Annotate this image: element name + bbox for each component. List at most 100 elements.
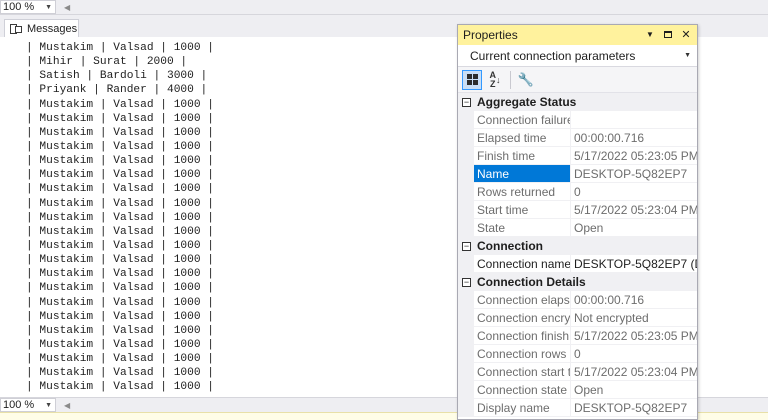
window-position-icon[interactable]: ▼ <box>644 27 656 41</box>
property-value[interactable] <box>571 111 697 129</box>
property-name[interactable]: Display name <box>474 399 571 417</box>
zoom-value: 100 % <box>3 399 35 411</box>
property-value[interactable]: 00:00:00.716 <box>571 291 697 309</box>
tab-messages-label: Messages <box>27 22 78 35</box>
property-value[interactable]: Not encrypted <box>571 309 697 327</box>
message-line: | Mustakim | Valsad | 1000 | <box>26 155 214 168</box>
message-line: | Mustakim | Valsad | 1000 | <box>26 268 214 281</box>
property-row[interactable]: Connection finish 5/17/2022 05:23:05 PM <box>458 327 697 345</box>
horizontal-scrollbar-top[interactable] <box>70 0 768 15</box>
property-name[interactable]: Connection name <box>474 255 571 273</box>
property-name[interactable]: Connection state <box>474 381 571 399</box>
categorized-icon <box>466 74 478 85</box>
message-line: | Mustakim | Valsad | 1000 | <box>26 126 214 139</box>
property-name[interactable]: Connection rows r <box>474 345 571 363</box>
property-name[interactable]: Connection encryp <box>474 309 571 327</box>
property-name[interactable]: Connection start ti <box>474 363 571 381</box>
message-line: | Mustakim | Valsad | 1000 | <box>26 140 214 153</box>
collapse-icon[interactable]: − <box>462 277 471 287</box>
zoom-dropdown-top[interactable]: 100 % ▼ <box>0 0 56 14</box>
alphabetical-button[interactable]: A Z ↓ <box>485 70 505 90</box>
property-row[interactable]: Connection failure <box>458 111 697 129</box>
message-line: | Mustakim | Valsad | 1000 | <box>26 296 214 309</box>
message-line: | Mustakim | Valsad | 1000 | <box>26 98 214 111</box>
property-value[interactable]: DESKTOP-5Q82EP7 (DESI <box>571 255 697 273</box>
property-name[interactable]: Name <box>474 165 571 183</box>
property-name[interactable]: Elapsed time <box>474 129 571 147</box>
properties-title-bar[interactable]: Properties ▼ ✕ <box>458 25 697 45</box>
property-value[interactable]: 5/17/2022 05:23:04 PM <box>571 201 697 219</box>
collapse-icon[interactable]: − <box>462 241 471 251</box>
message-line: | Mustakim | Valsad | 1000 | <box>26 197 214 210</box>
collapse-icon[interactable]: − <box>462 97 471 107</box>
message-line: | Mustakim | Valsad | 1000 | <box>26 367 214 380</box>
property-row[interactable]: Elapsed time 00:00:00.716 <box>458 129 697 147</box>
zoom-value: 100 % <box>3 1 35 13</box>
message-line: | Satish | Bardoli | 3000 | <box>26 70 208 83</box>
property-value[interactable]: Open <box>571 219 697 237</box>
message-line: | Mustakim | Valsad | 1000 | <box>26 338 214 351</box>
property-row[interactable]: Finish time 5/17/2022 05:23:05 PM <box>458 147 697 165</box>
messages-icon <box>10 23 22 34</box>
property-pages-button[interactable]: 🔧 <box>516 70 536 90</box>
object-selector[interactable]: Current connection parameters ▼ <box>458 45 697 67</box>
title-buttons: ▼ ✕ <box>644 27 692 41</box>
property-category-label: Aggregate Status <box>477 95 577 109</box>
properties-toolbar: A Z ↓ 🔧 <box>458 67 697 93</box>
property-category-label: Connection <box>477 239 543 253</box>
toolbar-separator <box>510 70 511 89</box>
message-line: | Mustakim | Valsad | 1000 | <box>26 239 214 252</box>
property-value[interactable]: 00:00:00.716 <box>571 129 697 147</box>
property-category[interactable]: − Aggregate Status <box>458 93 697 111</box>
message-lines: | Mustakim | Valsad | 1000 | | Mihir | Su… <box>26 41 214 395</box>
property-value[interactable]: 5/17/2022 05:23:05 PM <box>571 327 697 345</box>
tab-messages[interactable]: Messages <box>4 19 79 37</box>
property-category[interactable]: − Connection <box>458 237 697 255</box>
message-line: | Mustakim | Valsad | 1000 | <box>26 324 214 337</box>
property-value[interactable]: DESKTOP-5Q82EP7 <box>571 399 697 417</box>
property-name[interactable]: Connection finish <box>474 327 571 345</box>
properties-title: Properties <box>463 28 518 42</box>
message-line: | Mustakim | Valsad | 1000 | <box>26 225 214 238</box>
property-grid: − Aggregate Status Connection failure Elaps… <box>458 93 697 417</box>
categorized-button[interactable] <box>462 69 482 90</box>
properties-window: Properties ▼ ✕ Current connection parame… <box>457 24 698 420</box>
property-row[interactable]: Start time 5/17/2022 05:23:04 PM <box>458 201 697 219</box>
message-line: | Mustakim | Valsad | 1000 | <box>26 353 214 366</box>
message-line: | Mustakim | Valsad | 1000 | <box>26 254 214 267</box>
property-row[interactable]: Connection rows r0 <box>458 345 697 363</box>
property-row[interactable]: Connection elapse 00:00:00.716 <box>458 291 697 309</box>
chevron-down-icon: ▼ <box>45 3 52 11</box>
property-value[interactable]: 0 <box>571 183 697 201</box>
property-row[interactable]: Connection start ti 5/17/2022 05:23:04 PM <box>458 363 697 381</box>
property-name[interactable]: Rows returned <box>474 183 571 201</box>
chevron-down-icon: ▼ <box>684 52 691 59</box>
property-name[interactable]: Start time <box>474 201 571 219</box>
property-row[interactable]: Connection nameDESKTOP-5Q82EP7 (DESI <box>458 255 697 273</box>
property-value[interactable]: 5/17/2022 05:23:04 PM <box>571 363 697 381</box>
property-value[interactable]: 0 <box>571 345 697 363</box>
property-row[interactable]: Display name DESKTOP-5Q82EP7 <box>458 399 697 417</box>
message-line: | Mustakim | Valsad | 1000 | <box>26 310 214 323</box>
property-category[interactable]: − Connection Details <box>458 273 697 291</box>
message-line: | Mustakim | Valsad | 1000 | <box>26 169 214 182</box>
property-row[interactable]: Connection encryp Not encrypted <box>458 309 697 327</box>
property-row[interactable]: Connection state Open <box>458 381 697 399</box>
property-row[interactable]: Name DESKTOP-5Q82EP7 <box>458 165 697 183</box>
property-value[interactable]: 5/17/2022 05:23:05 PM <box>571 147 697 165</box>
message-line: | Mustakim | Valsad | 1000 | <box>26 112 214 125</box>
maximize-icon[interactable] <box>662 27 674 41</box>
property-value[interactable]: DESKTOP-5Q82EP7 <box>571 165 697 183</box>
property-name[interactable]: State <box>474 219 571 237</box>
close-icon[interactable]: ✕ <box>680 27 692 41</box>
zoom-dropdown-bottom[interactable]: 100 % ▼ <box>0 398 56 412</box>
wrench-icon: 🔧 <box>517 71 535 87</box>
property-name[interactable]: Connection failure <box>474 111 571 129</box>
object-selector-value: Current connection parameters <box>470 48 636 63</box>
property-value[interactable]: Open <box>571 381 697 399</box>
property-name[interactable]: Finish time <box>474 147 571 165</box>
property-row[interactable]: State Open <box>458 219 697 237</box>
property-name[interactable]: Connection elapse <box>474 291 571 309</box>
property-row[interactable]: Rows returned 0 <box>458 183 697 201</box>
top-zoom-bar: 100 % ▼ ◀ <box>0 0 768 15</box>
